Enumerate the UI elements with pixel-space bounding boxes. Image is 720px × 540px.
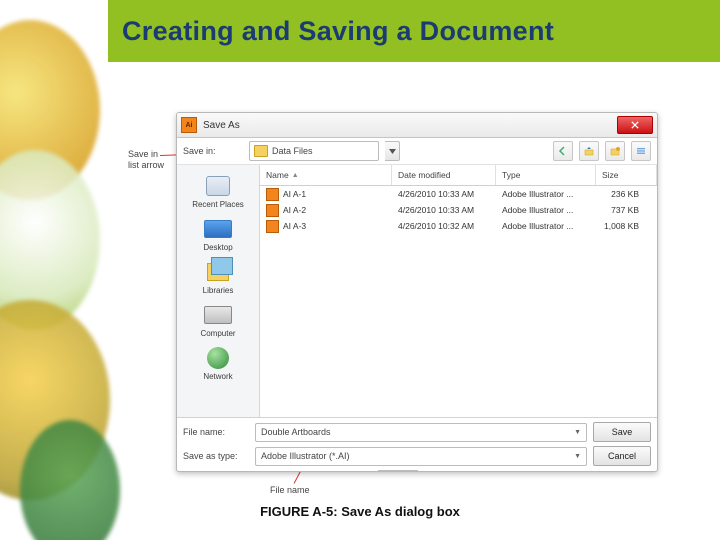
back-arrow-icon <box>558 146 568 156</box>
dialog-titlebar: Ai Save As <box>177 113 657 138</box>
close-button[interactable] <box>617 116 653 134</box>
up-one-level-button[interactable] <box>579 141 599 161</box>
slide-title: Creating and Saving a Document <box>122 16 554 47</box>
place-recent-places[interactable]: Recent Places <box>182 171 254 212</box>
column-header-type[interactable]: Type <box>496 165 596 185</box>
file-name-label: File name: <box>183 427 249 437</box>
save-in-dropdown[interactable]: Data Files <box>249 141 379 161</box>
file-row[interactable]: AI A-3 4/26/2010 10:32 AM Adobe Illustra… <box>260 218 657 234</box>
file-list: AI A-1 4/26/2010 10:33 AM Adobe Illustra… <box>260 186 657 417</box>
network-icon <box>203 346 233 370</box>
use-artboards-checkbox[interactable] <box>185 472 198 473</box>
save-button[interactable]: Save <box>593 422 651 442</box>
save-in-label: Save in: <box>183 146 243 156</box>
decorative-sidebar-art <box>0 0 108 540</box>
dialog-bottom-panel: File name: Double Artboards▼ Save Save a… <box>177 417 657 472</box>
desktop-icon <box>203 217 233 241</box>
cancel-button[interactable]: Cancel <box>593 446 651 466</box>
save-in-list-arrow[interactable] <box>385 141 400 161</box>
libraries-icon <box>203 260 233 284</box>
callout-save-in-list-arrow: Save in list arrow <box>128 149 178 171</box>
file-row[interactable]: AI A-1 4/26/2010 10:33 AM Adobe Illustra… <box>260 186 657 202</box>
chevron-down-icon <box>389 149 396 154</box>
chevron-down-icon: ▼ <box>574 453 581 460</box>
place-computer[interactable]: Computer <box>182 300 254 341</box>
back-button[interactable] <box>553 141 573 161</box>
computer-icon <box>203 303 233 327</box>
place-label: Recent Places <box>192 200 244 209</box>
file-list-columns-header: Name▲ Date modified Type Size <box>260 165 657 186</box>
new-folder-icon <box>610 146 620 156</box>
ai-file-icon <box>266 204 279 217</box>
figure-caption: FIGURE A-5: Save As dialog box <box>0 504 720 519</box>
save-as-type-label: Save as type: <box>183 451 249 461</box>
chevron-down-icon: ▼ <box>574 429 581 436</box>
ai-file-icon <box>266 220 279 233</box>
folder-up-icon <box>584 146 594 156</box>
file-name-input[interactable]: Double Artboards▼ <box>255 423 587 442</box>
save-in-current-folder: Data Files <box>272 146 313 156</box>
places-sidebar: Recent Places Desktop Libraries Computer… <box>177 165 260 417</box>
file-row[interactable]: AI A-2 4/26/2010 10:33 AM Adobe Illustra… <box>260 202 657 218</box>
callout-file-name: File name <box>270 485 330 496</box>
column-header-name[interactable]: Name▲ <box>260 165 392 185</box>
place-desktop[interactable]: Desktop <box>182 214 254 255</box>
column-header-size[interactable]: Size <box>596 165 657 185</box>
view-list-icon <box>636 146 646 156</box>
place-label: Desktop <box>203 243 232 252</box>
view-menu-button[interactable] <box>631 141 651 161</box>
place-label: Libraries <box>203 286 234 295</box>
close-icon <box>631 121 639 129</box>
place-network[interactable]: Network <box>182 343 254 384</box>
dialog-title-text: Save As <box>203 120 240 131</box>
file-list-area: Name▲ Date modified Type Size AI A-1 4/2… <box>260 165 657 417</box>
artboard-range-input[interactable]: 1-2 <box>378 470 418 472</box>
save-as-type-dropdown[interactable]: Adobe Illustrator (*.AI)▼ <box>255 447 587 466</box>
place-libraries[interactable]: Libraries <box>182 257 254 298</box>
folder-icon <box>254 145 268 157</box>
place-label: Network <box>203 372 232 381</box>
ai-file-icon <box>266 188 279 201</box>
save-as-dialog: Ai Save As Save in: Data Files Recent P <box>176 112 658 472</box>
column-header-date-modified[interactable]: Date modified <box>392 165 496 185</box>
save-in-row: Save in: Data Files <box>177 138 657 165</box>
new-folder-button[interactable] <box>605 141 625 161</box>
sort-indicator-icon: ▲ <box>292 172 299 179</box>
slide-title-bar: Creating and Saving a Document <box>108 0 720 62</box>
illustrator-app-icon: Ai <box>181 117 197 133</box>
place-label: Computer <box>200 329 235 338</box>
recent-places-icon <box>203 174 233 198</box>
